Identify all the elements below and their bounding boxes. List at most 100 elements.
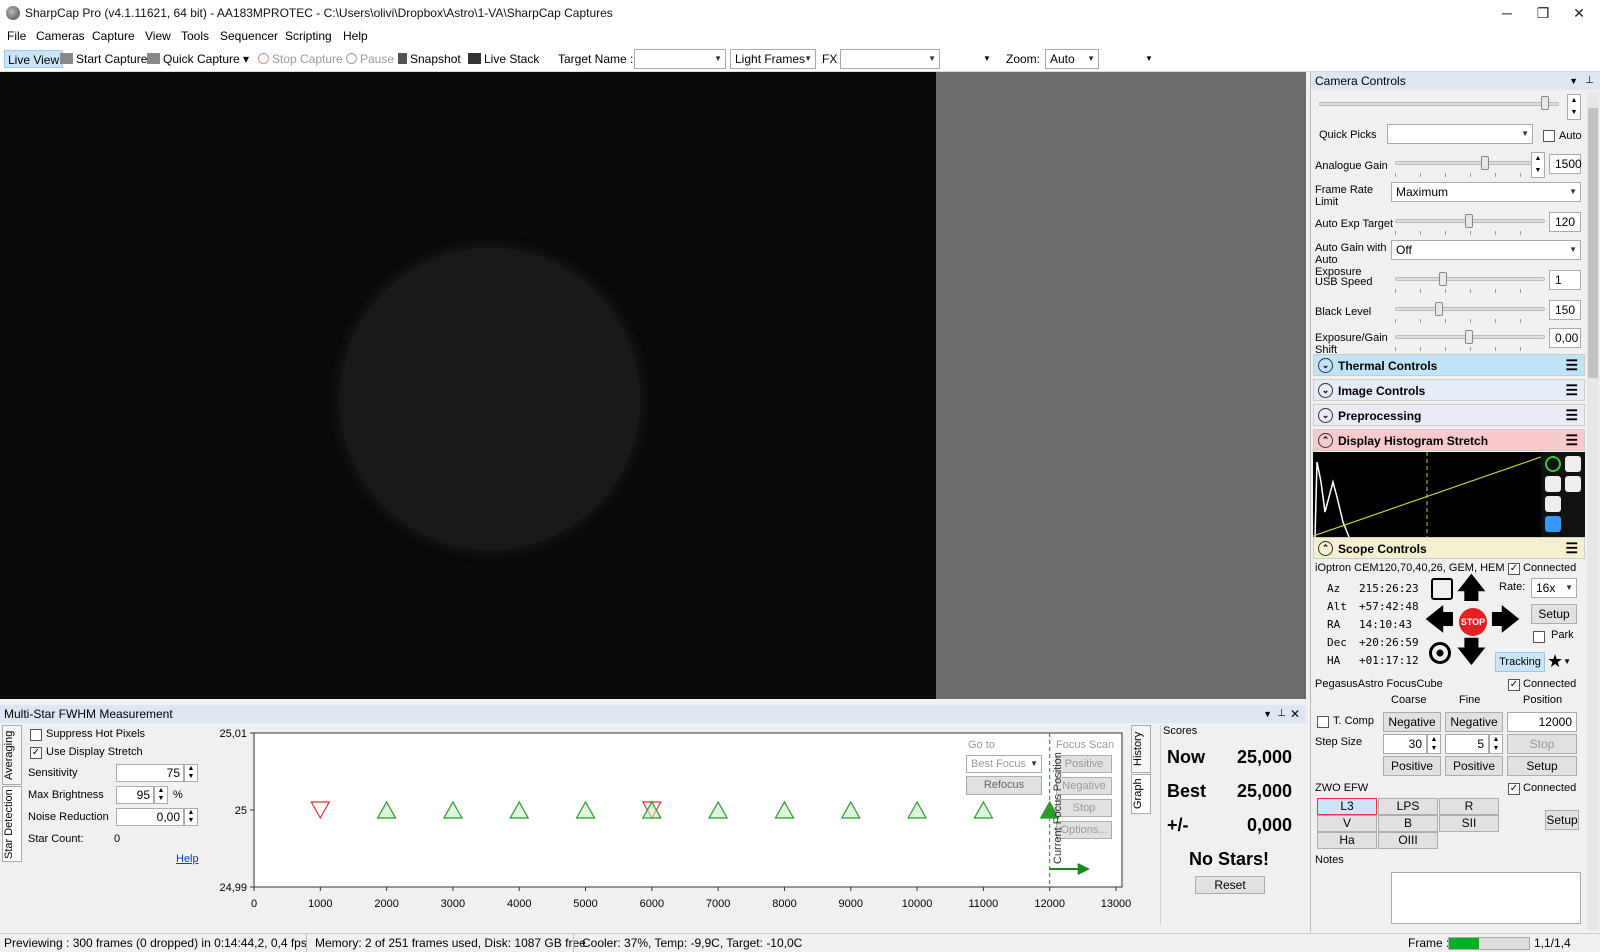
power-icon[interactable] — [1545, 456, 1561, 472]
park-checkbox[interactable] — [1533, 631, 1545, 643]
tab-history[interactable]: History — [1131, 725, 1151, 773]
save-icon[interactable] — [1545, 516, 1561, 532]
filter-oiii[interactable]: OIII — [1378, 832, 1438, 849]
home-icon[interactable] — [1429, 642, 1451, 664]
usb-speed-slider[interactable] — [1395, 277, 1545, 281]
live-stack-button[interactable]: Live Stack — [468, 50, 539, 68]
tracking-button[interactable]: Tracking — [1495, 652, 1545, 672]
image-controls-section[interactable]: ⌄ Image Controls ☰ — [1313, 379, 1585, 401]
filter-l3[interactable]: L3 — [1317, 798, 1377, 815]
thermal-controls-section[interactable]: ⌄ Thermal Controls ☰ — [1313, 354, 1585, 376]
refocus-button[interactable]: Refocus — [966, 776, 1042, 795]
menu-view[interactable]: View — [145, 29, 171, 43]
lightning-icon[interactable] — [1545, 476, 1561, 492]
menu-icon[interactable]: ☰ — [1565, 433, 1578, 447]
usb-speed-value[interactable]: 1 — [1549, 270, 1581, 290]
filter-ha[interactable]: Ha — [1317, 832, 1377, 849]
frame-type-combo[interactable]: Light Frames ▼ — [730, 49, 816, 69]
step-fine-value[interactable]: 5 — [1445, 734, 1489, 754]
menu-tools[interactable]: Tools — [181, 29, 209, 43]
lock-icon[interactable] — [1565, 476, 1581, 492]
start-capture-button[interactable]: Start Capture — [60, 50, 147, 68]
menu-sequencer[interactable]: Sequencer — [220, 29, 278, 43]
frame-rate-combo[interactable]: Maximum ▼ — [1391, 182, 1581, 202]
focuser-stop-button[interactable]: Stop — [1507, 734, 1577, 754]
chevron-down-icon[interactable]: ▼ — [1263, 705, 1272, 723]
fx-combo[interactable]: ▼ — [840, 49, 940, 69]
noise-reduction-value[interactable]: 0,00 — [116, 808, 184, 826]
exposure-shift-value[interactable]: 0,00 — [1549, 328, 1581, 348]
histogram-section[interactable]: ⌃ Display Histogram Stretch ☰ — [1313, 429, 1585, 451]
filter-lps[interactable]: LPS — [1378, 798, 1438, 815]
star-icon[interactable]: ★▼ — [1547, 650, 1577, 672]
menu-icon[interactable]: ☰ — [1565, 358, 1578, 372]
auto-checkbox[interactable] — [1543, 130, 1555, 142]
tab-averaging[interactable]: Averaging — [2, 725, 22, 785]
menu-capture[interactable]: Capture — [92, 29, 135, 43]
analogue-gain-spinner[interactable]: ▲ ▼ — [1531, 152, 1545, 178]
filter-v[interactable]: V — [1317, 815, 1377, 832]
best-focus-combo[interactable]: Best Focus ▼ — [966, 755, 1042, 773]
step-fine-spinner[interactable]: ▲ ▼ — [1489, 734, 1503, 754]
exposure-slider-thumb[interactable] — [1541, 96, 1549, 110]
position-value[interactable]: 12000 — [1507, 712, 1577, 732]
analogue-gain-slider[interactable] — [1395, 161, 1543, 165]
menu-cameras[interactable]: Cameras — [36, 29, 85, 43]
zoom-combo[interactable]: Auto ▼ — [1045, 49, 1099, 69]
noise-reduction-spinner[interactable]: ▲ ▼ — [184, 808, 198, 826]
filter-r[interactable]: R — [1439, 798, 1499, 815]
quick-capture-button[interactable]: Quick Capture ▾ — [147, 50, 249, 68]
arrow-right-icon[interactable]: 🡆 — [1491, 606, 1520, 634]
fine-positive-button[interactable]: Positive — [1445, 756, 1503, 776]
sensitivity-spinner[interactable]: ▲ ▼ — [184, 764, 198, 782]
image-viewer[interactable] — [0, 72, 936, 699]
scope-connected-checkbox[interactable]: ✓ — [1508, 563, 1520, 575]
pin-icon[interactable]: ⊥ — [1277, 705, 1286, 723]
tab-graph[interactable]: Graph — [1131, 774, 1151, 814]
coarse-negative-button[interactable]: Negative — [1383, 712, 1441, 732]
target-name-combo[interactable]: ▼ — [634, 49, 726, 69]
scrollbar-thumb[interactable] — [1588, 108, 1598, 378]
scope-controls-section[interactable]: ⌃ Scope Controls ☰ — [1313, 537, 1585, 559]
scope-setup-button[interactable]: Setup — [1531, 604, 1577, 624]
tcomp-checkbox[interactable] — [1317, 716, 1329, 728]
help-link[interactable]: Help — [176, 853, 199, 865]
efw-setup-button[interactable]: Setup — [1545, 810, 1579, 830]
exposure-slider[interactable] — [1319, 102, 1559, 106]
arrow-up-icon[interactable]: 🡅 — [1457, 574, 1486, 602]
fine-negative-button[interactable]: Negative — [1445, 712, 1503, 732]
analogue-gain-thumb[interactable] — [1481, 156, 1489, 170]
stop-capture-button[interactable]: Stop Capture — [258, 50, 343, 68]
analogue-gain-value[interactable]: 1500 — [1549, 154, 1582, 174]
stop-button[interactable]: STOP — [1459, 608, 1487, 636]
auto-exp-value[interactable]: 120 — [1549, 212, 1581, 232]
histogram-display[interactable] — [1312, 452, 1542, 538]
usb-speed-thumb[interactable] — [1439, 272, 1447, 286]
close-icon[interactable]: ✕ — [1290, 705, 1300, 723]
black-level-value[interactable]: 150 — [1549, 300, 1581, 320]
notes-textarea[interactable] — [1391, 872, 1581, 924]
auto-exp-thumb[interactable] — [1465, 214, 1473, 228]
step-coarse-value[interactable]: 30 — [1383, 734, 1427, 754]
step-coarse-spinner[interactable]: ▲ ▼ — [1427, 734, 1441, 754]
chevron-down-icon[interactable]: ▼ — [983, 50, 991, 68]
reset-icon[interactable] — [1545, 496, 1561, 512]
preprocessing-section[interactable]: ⌄ Preprocessing ☰ — [1313, 404, 1585, 426]
max-brightness-spinner[interactable]: ▲ ▼ — [154, 786, 168, 804]
snapshot-button[interactable]: Snapshot — [398, 50, 461, 68]
menu-scripting[interactable]: Scripting — [285, 29, 332, 43]
live-view-button[interactable]: Live View — [4, 50, 64, 68]
auto-gain-combo[interactable]: Off ▼ — [1391, 240, 1581, 260]
contrast-icon[interactable] — [1565, 456, 1581, 472]
arrow-left-icon[interactable]: 🡄 — [1425, 606, 1454, 634]
pause-button[interactable]: Pause — [346, 50, 394, 68]
suppress-hot-checkbox[interactable] — [30, 729, 42, 741]
black-level-thumb[interactable] — [1435, 302, 1443, 316]
black-level-slider[interactable] — [1395, 307, 1545, 311]
exposure-shift-thumb[interactable] — [1465, 330, 1473, 344]
menu-icon[interactable]: ☰ — [1565, 408, 1578, 422]
efw-connected-checkbox[interactable]: ✓ — [1508, 783, 1520, 795]
filter-b[interactable]: B — [1378, 815, 1438, 832]
focuser-connected-checkbox[interactable]: ✓ — [1508, 679, 1520, 691]
filter-sii[interactable]: SII — [1439, 815, 1499, 832]
